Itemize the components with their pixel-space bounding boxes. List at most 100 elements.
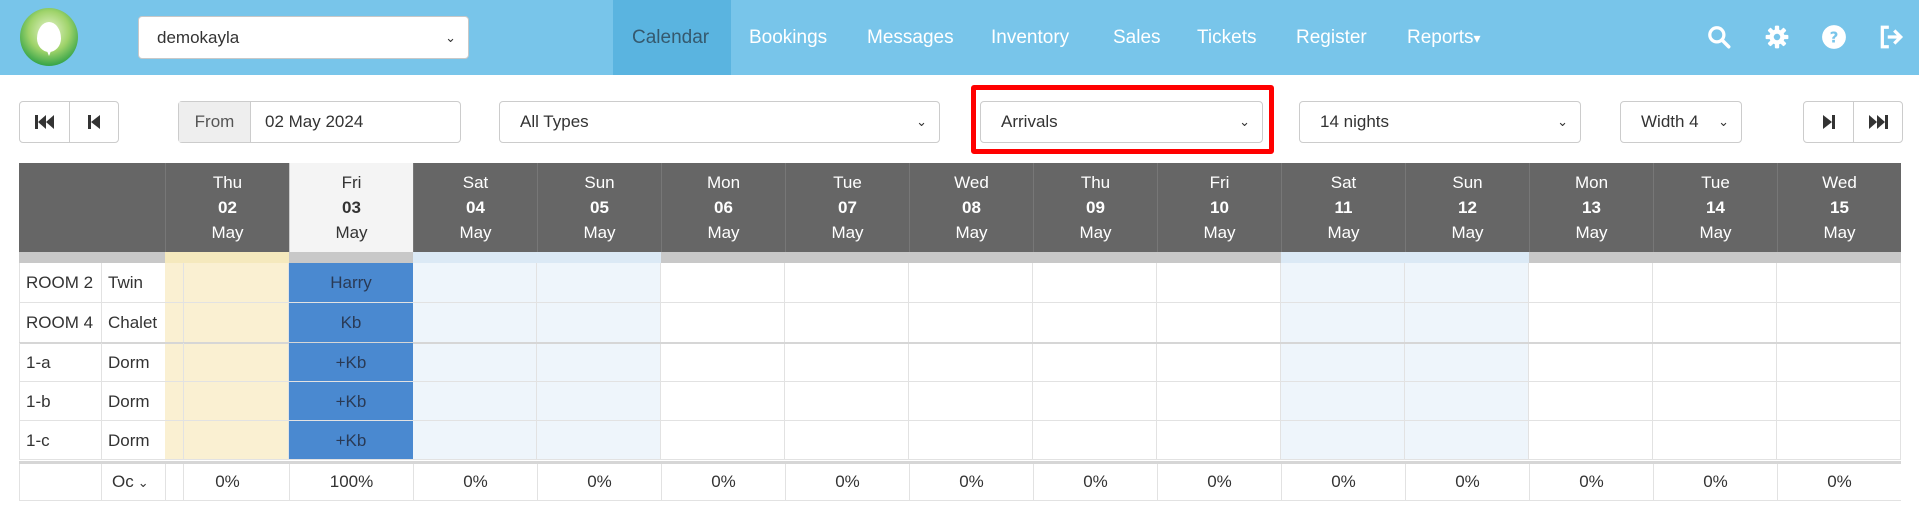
day-header[interactable]: Thu 09 May	[1033, 163, 1157, 252]
calendar-cell[interactable]	[785, 303, 909, 343]
calendar-cell[interactable]	[1033, 343, 1157, 382]
calendar-cell[interactable]	[1777, 421, 1901, 460]
calendar-cell[interactable]	[1033, 263, 1157, 303]
calendar-cell[interactable]	[1653, 263, 1777, 303]
nav-calendar[interactable]: Calendar	[613, 0, 731, 75]
calendar-cell[interactable]	[661, 382, 785, 421]
width-select[interactable]: Width 4 ⌄	[1620, 101, 1742, 143]
calendar-cell[interactable]	[785, 343, 909, 382]
nights-select[interactable]: 14 nights ⌄	[1299, 101, 1581, 143]
day-header[interactable]: Wed 08 May	[909, 163, 1033, 252]
step-back-button[interactable]	[69, 102, 118, 142]
booking-block[interactable]: Kb	[289, 303, 413, 343]
nav-reports[interactable]: Reports▾	[1407, 0, 1481, 75]
calendar-cell[interactable]	[1777, 343, 1901, 382]
calendar-cell[interactable]	[1405, 382, 1529, 421]
calendar-cell[interactable]	[1777, 303, 1901, 343]
calendar-cell[interactable]	[1281, 303, 1405, 343]
calendar-cell[interactable]	[1777, 263, 1901, 303]
calendar-cell[interactable]	[661, 343, 785, 382]
help-icon[interactable]: ?	[1821, 24, 1847, 50]
calendar-cell[interactable]	[661, 421, 785, 460]
calendar-cell[interactable]	[1157, 421, 1281, 460]
calendar-cell[interactable]	[661, 303, 785, 343]
day-header[interactable]: Sat 04 May	[413, 163, 537, 252]
calendar-cell[interactable]	[1157, 343, 1281, 382]
booking-block[interactable]: +Kb	[289, 382, 413, 421]
calendar-cell[interactable]	[1529, 263, 1653, 303]
calendar-cell[interactable]	[909, 263, 1033, 303]
calendar-cell[interactable]	[785, 421, 909, 460]
app-logo[interactable]	[20, 8, 78, 66]
calendar-cell[interactable]	[1157, 382, 1281, 421]
day-header[interactable]: Fri 03 May	[289, 163, 413, 252]
day-header[interactable]: Sat 11 May	[1281, 163, 1405, 252]
room-type-select[interactable]: All Types ⌄	[499, 101, 940, 143]
day-header[interactable]: Mon 13 May	[1529, 163, 1653, 252]
day-header[interactable]: Wed 15 May	[1777, 163, 1901, 252]
day-header[interactable]: Sun 05 May	[537, 163, 661, 252]
booking-block[interactable]: +Kb	[289, 421, 413, 460]
nav-tickets[interactable]: Tickets	[1197, 0, 1256, 75]
nav-messages[interactable]: Messages	[867, 0, 954, 75]
calendar-cell[interactable]	[413, 382, 537, 421]
search-icon[interactable]	[1706, 24, 1732, 50]
booking-block[interactable]: Harry	[289, 263, 413, 303]
logout-icon[interactable]	[1878, 24, 1904, 50]
calendar-cell[interactable]	[909, 303, 1033, 343]
calendar-cell[interactable]	[413, 343, 537, 382]
calendar-cell[interactable]	[1157, 303, 1281, 343]
day-header[interactable]: Tue 07 May	[785, 163, 909, 252]
calendar-cell[interactable]	[785, 382, 909, 421]
step-forward-button[interactable]	[1804, 102, 1853, 142]
calendar-cell[interactable]	[1653, 303, 1777, 343]
calendar-cell[interactable]	[1529, 382, 1653, 421]
from-date-input[interactable]: 02 May 2024	[251, 102, 460, 142]
jump-back-button[interactable]	[20, 102, 69, 142]
calendar-cell[interactable]	[537, 343, 661, 382]
calendar-cell[interactable]	[1529, 343, 1653, 382]
calendar-cell[interactable]	[1405, 303, 1529, 343]
nav-bookings[interactable]: Bookings	[749, 0, 827, 75]
day-header[interactable]: Tue 14 May	[1653, 163, 1777, 252]
calendar-cell[interactable]	[1777, 382, 1901, 421]
nav-inventory[interactable]: Inventory	[991, 0, 1069, 75]
day-header[interactable]: Thu 02 May	[165, 163, 289, 252]
calendar-cell[interactable]	[1653, 343, 1777, 382]
calendar-cell[interactable]	[1281, 263, 1405, 303]
calendar-cell[interactable]	[661, 263, 785, 303]
calendar-cell[interactable]	[1157, 263, 1281, 303]
calendar-cell[interactable]	[537, 382, 661, 421]
day-header[interactable]: Fri 10 May	[1157, 163, 1281, 252]
calendar-cell[interactable]	[1529, 303, 1653, 343]
calendar-cell[interactable]	[909, 382, 1033, 421]
day-header[interactable]: Sun 12 May	[1405, 163, 1529, 252]
nav-register[interactable]: Register	[1296, 0, 1367, 75]
calendar-cell[interactable]	[1529, 421, 1653, 460]
calendar-cell[interactable]	[909, 421, 1033, 460]
calendar-cell[interactable]	[537, 263, 661, 303]
calendar-cell[interactable]	[1281, 421, 1405, 460]
calendar-cell[interactable]	[785, 263, 909, 303]
calendar-cell[interactable]	[1653, 382, 1777, 421]
calendar-cell[interactable]	[1281, 343, 1405, 382]
occupancy-select[interactable]: Oc ⌄	[102, 463, 184, 501]
calendar-cell[interactable]	[1405, 343, 1529, 382]
calendar-cell[interactable]	[1033, 421, 1157, 460]
calendar-cell[interactable]	[537, 421, 661, 460]
calendar-cell[interactable]	[1033, 382, 1157, 421]
calendar-cell[interactable]	[1405, 421, 1529, 460]
jump-forward-button[interactable]	[1853, 102, 1902, 142]
calendar-cell[interactable]	[1405, 263, 1529, 303]
day-header[interactable]: Mon 06 May	[661, 163, 785, 252]
calendar-cell[interactable]	[1033, 303, 1157, 343]
nav-sales[interactable]: Sales	[1113, 0, 1161, 75]
calendar-cell[interactable]	[909, 343, 1033, 382]
calendar-cell[interactable]	[413, 263, 537, 303]
gear-icon[interactable]	[1764, 24, 1790, 50]
calendar-cell[interactable]	[1653, 421, 1777, 460]
property-select[interactable]: demokayla ⌄	[138, 16, 469, 59]
calendar-cell[interactable]	[1281, 382, 1405, 421]
calendar-cell[interactable]	[537, 303, 661, 343]
calendar-cell[interactable]	[413, 303, 537, 343]
